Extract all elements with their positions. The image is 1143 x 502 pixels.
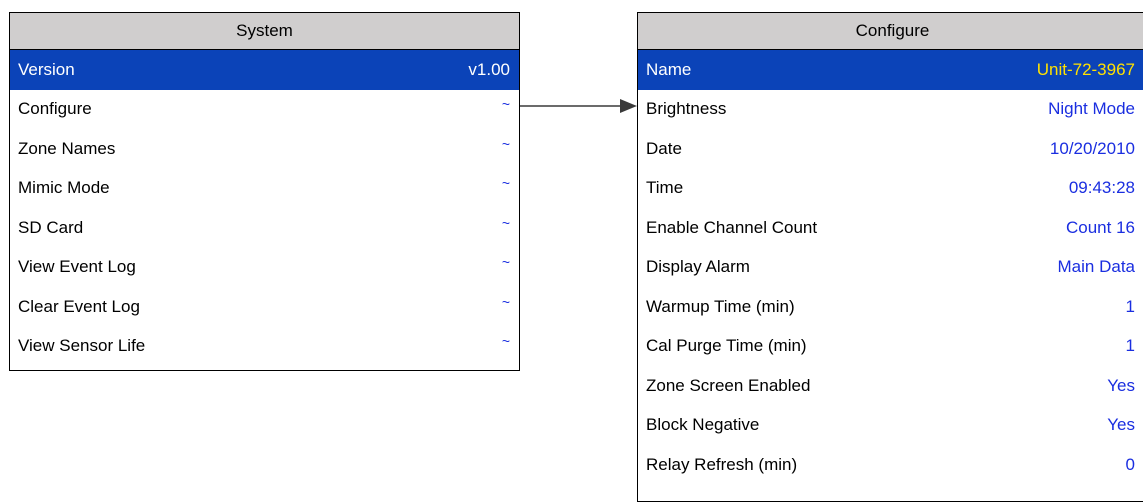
- submenu-indicator: ~: [501, 96, 510, 113]
- setting-value: Count 16: [1066, 217, 1135, 237]
- menu-item-view-event-log[interactable]: View Event Log ~: [10, 248, 519, 288]
- setting-label: Warmup Time (min): [646, 296, 795, 316]
- setting-value: 0: [1125, 454, 1135, 474]
- menu-item-label: Mimic Mode: [18, 178, 110, 198]
- setting-label: Brightness: [646, 99, 727, 119]
- menu-item-version[interactable]: Version v1.00: [10, 50, 519, 90]
- setting-label: Time: [646, 178, 684, 198]
- menu-item-label: Clear Event Log: [18, 296, 140, 316]
- setting-label: Name: [646, 59, 692, 79]
- setting-label: Relay Refresh (min): [646, 454, 798, 474]
- setting-row-name[interactable]: Name Unit-72-3967: [638, 50, 1143, 90]
- setting-row-time[interactable]: Time 09:43:28: [638, 169, 1143, 209]
- menu-item-label: View Event Log: [18, 257, 136, 277]
- setting-row-display-alarm[interactable]: Display Alarm Main Data: [638, 248, 1143, 288]
- setting-label: Date: [646, 138, 682, 158]
- submenu-indicator: ~: [501, 254, 510, 271]
- submenu-indicator: ~: [501, 135, 510, 152]
- configure-menu-title: Configure: [638, 13, 1143, 50]
- setting-value: 09:43:28: [1068, 178, 1135, 198]
- setting-row-date[interactable]: Date 10/20/2010: [638, 129, 1143, 169]
- system-menu-title: System: [10, 13, 519, 50]
- submenu-indicator: ~: [501, 175, 510, 192]
- setting-row-cal-purge-time[interactable]: Cal Purge Time (min) 1: [638, 327, 1143, 367]
- menu-item-clear-event-log[interactable]: Clear Event Log ~: [10, 287, 519, 327]
- system-menu-list: Version v1.00 Configure ~ Zone Names ~ M…: [10, 50, 519, 366]
- setting-row-brightness[interactable]: Brightness Night Mode: [638, 90, 1143, 130]
- setting-row-zone-screen-enabled[interactable]: Zone Screen Enabled Yes: [638, 366, 1143, 406]
- setting-label: Display Alarm: [646, 257, 750, 277]
- menu-item-label: Zone Names: [18, 138, 116, 158]
- submenu-indicator: ~: [501, 333, 510, 350]
- menu-item-mimic-mode[interactable]: Mimic Mode ~: [10, 169, 519, 209]
- setting-row-block-negative[interactable]: Block Negative Yes: [638, 406, 1143, 446]
- setting-value: Night Mode: [1048, 99, 1135, 119]
- menu-item-configure[interactable]: Configure ~: [10, 90, 519, 130]
- menu-item-label: Configure: [18, 99, 92, 119]
- setting-value: Unit-72-3967: [1036, 59, 1135, 79]
- setting-label: Cal Purge Time (min): [646, 336, 807, 356]
- setting-row-relay-refresh[interactable]: Relay Refresh (min) 0: [638, 445, 1143, 485]
- setting-value: 1: [1125, 336, 1135, 356]
- setting-label: Enable Channel Count: [646, 217, 818, 237]
- menu-item-label: View Sensor Life: [18, 336, 146, 356]
- setting-value: 10/20/2010: [1049, 138, 1135, 158]
- menu-item-sd-card[interactable]: SD Card ~: [10, 208, 519, 248]
- setting-label: Zone Screen Enabled: [646, 375, 811, 395]
- setting-value: Yes: [1107, 375, 1135, 395]
- submenu-indicator: ~: [501, 293, 510, 310]
- setting-value: Main Data: [1057, 257, 1135, 277]
- menu-item-zone-names[interactable]: Zone Names ~: [10, 129, 519, 169]
- menu-item-label: Version: [18, 59, 75, 79]
- menu-item-label: SD Card: [18, 217, 84, 237]
- configure-menu-list: Name Unit-72-3967 Brightness Night Mode …: [638, 50, 1143, 485]
- system-menu-panel: System Version v1.00 Configure ~ Zone Na…: [9, 12, 520, 371]
- menu-item-view-sensor-life[interactable]: View Sensor Life ~: [10, 327, 519, 367]
- setting-row-warmup-time[interactable]: Warmup Time (min) 1: [638, 287, 1143, 327]
- setting-label: Block Negative: [646, 415, 760, 435]
- submenu-indicator: ~: [501, 214, 510, 231]
- configure-menu-panel: Configure Name Unit-72-3967 Brightness N…: [637, 12, 1143, 502]
- setting-value: Yes: [1107, 415, 1135, 435]
- setting-row-enable-channel-count[interactable]: Enable Channel Count Count 16: [638, 208, 1143, 248]
- navigation-arrow-icon: [520, 99, 637, 113]
- menu-item-value: v1.00: [468, 59, 510, 79]
- setting-value: 1: [1125, 296, 1135, 316]
